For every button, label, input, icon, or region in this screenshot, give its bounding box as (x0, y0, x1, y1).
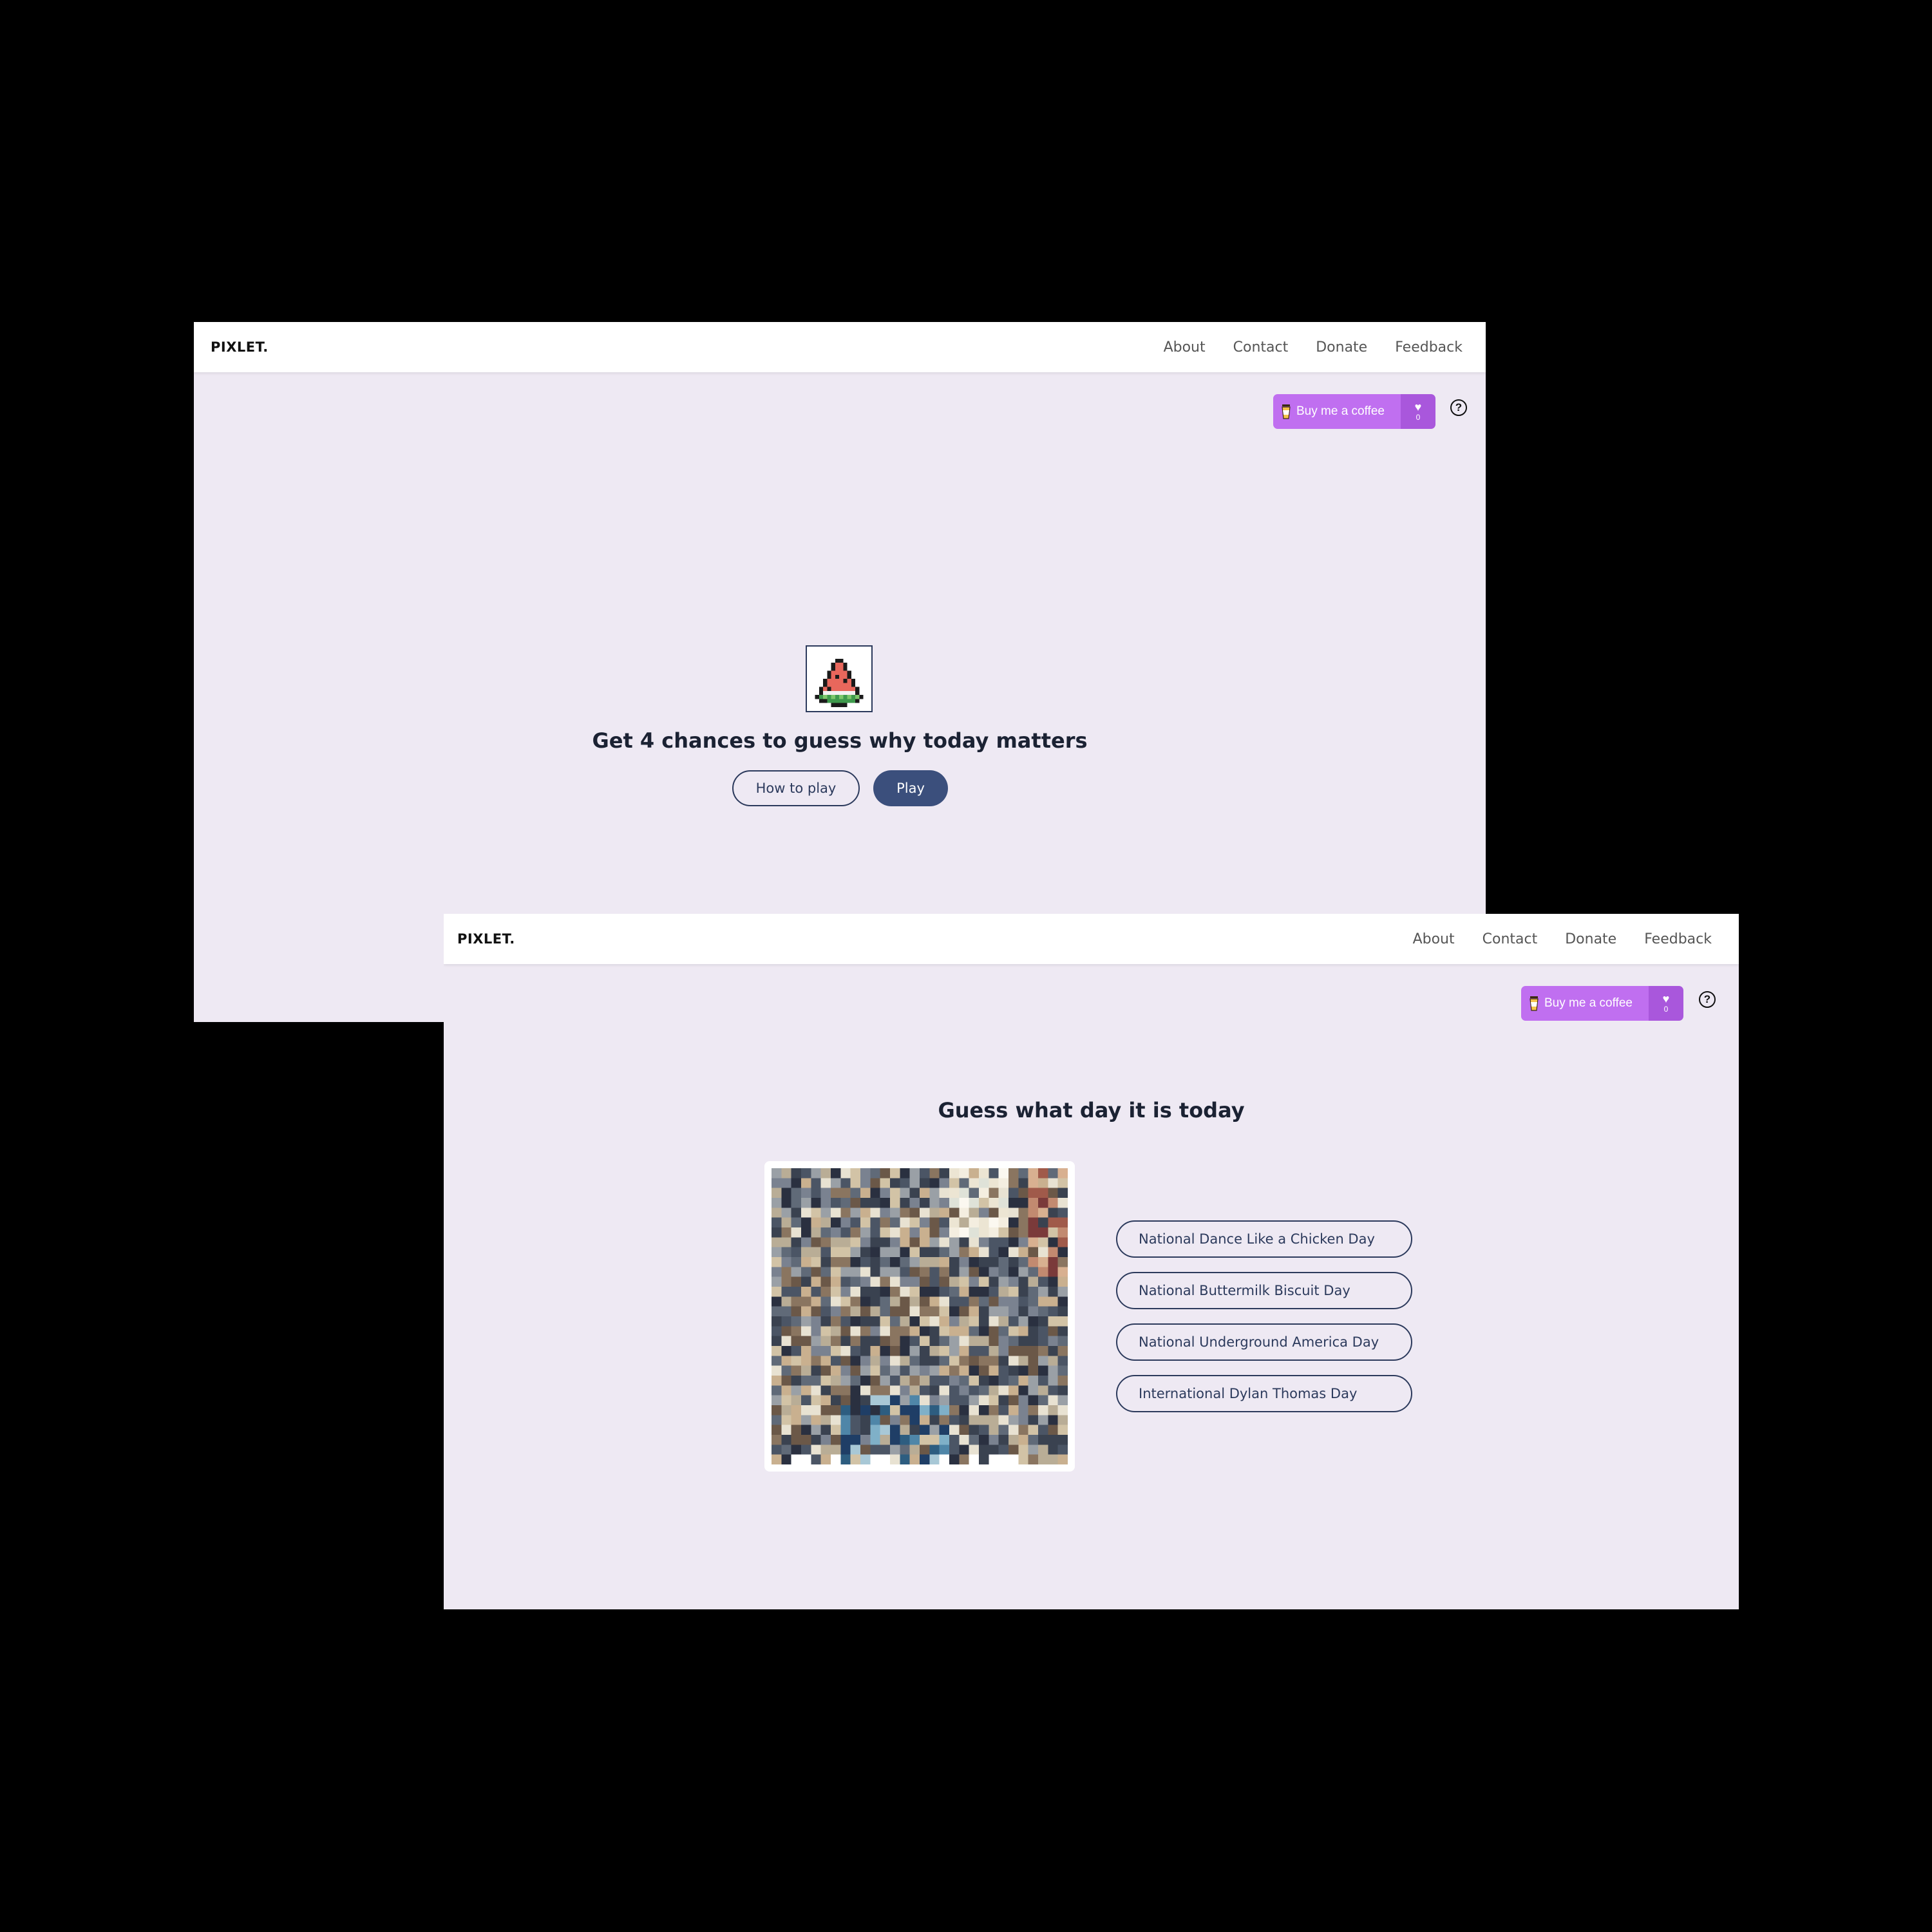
coffee-cup-icon (1530, 996, 1539, 1011)
nav-contact[interactable]: Contact (1482, 931, 1538, 947)
answer-option[interactable]: National Underground America Day (1116, 1323, 1412, 1361)
top-navbar: PIXLET. About Contact Donate Feedback (194, 322, 1486, 372)
buy-me-a-coffee-main: Buy me a coffee (1521, 986, 1649, 1021)
top-navbar: PIXLET. About Contact Donate Feedback (444, 914, 1739, 964)
buy-me-a-coffee-main: Buy me a coffee (1273, 394, 1401, 429)
brand-logo[interactable]: PIXLET. (457, 914, 515, 964)
brand-logo[interactable]: PIXLET. (211, 322, 269, 372)
how-to-play-button[interactable]: How to play (732, 770, 860, 806)
buy-me-a-coffee-button[interactable]: Buy me a coffee ♥ 0 (1521, 986, 1683, 1021)
play-button[interactable]: Play (873, 770, 948, 806)
start-headline: Get 4 chances to guess why today matters (592, 728, 1088, 753)
nav-about[interactable]: About (1164, 339, 1206, 355)
heart-icon: ♥ (1414, 401, 1422, 413)
watermelon-pixel-icon (806, 645, 873, 712)
answer-option[interactable]: International Dylan Thomas Day (1116, 1375, 1412, 1412)
help-circle-icon[interactable]: ? (1450, 399, 1467, 416)
pixelated-image (764, 1161, 1075, 1472)
heart-icon: ♥ (1662, 992, 1670, 1005)
coffee-like-counter[interactable]: ♥ 0 (1401, 394, 1435, 429)
guess-headline: Guess what day it is today (938, 1098, 1245, 1122)
guess-screen-window: PIXLET. About Contact Donate Feedback Bu… (444, 914, 1739, 1609)
buy-me-a-coffee-button[interactable]: Buy me a coffee ♥ 0 (1273, 394, 1435, 429)
coffee-cup-icon (1282, 404, 1291, 419)
coffee-count: 0 (1416, 413, 1421, 422)
nav-donate[interactable]: Donate (1565, 931, 1616, 947)
buy-me-a-coffee-label: Buy me a coffee (1544, 996, 1633, 1010)
nav-feedback[interactable]: Feedback (1644, 931, 1712, 947)
help-circle-icon[interactable]: ? (1699, 991, 1716, 1008)
answer-option[interactable]: National Dance Like a Chicken Day (1116, 1220, 1412, 1258)
buy-me-a-coffee-label: Buy me a coffee (1296, 404, 1385, 418)
coffee-like-counter[interactable]: ♥ 0 (1649, 986, 1683, 1021)
coffee-count: 0 (1663, 1005, 1669, 1014)
nav-contact[interactable]: Contact (1233, 339, 1289, 355)
nav-about[interactable]: About (1413, 931, 1455, 947)
nav-links: About Contact Donate Feedback (1164, 322, 1463, 372)
nav-links: About Contact Donate Feedback (1413, 914, 1712, 964)
nav-feedback[interactable]: Feedback (1395, 339, 1463, 355)
answer-option[interactable]: National Buttermilk Biscuit Day (1116, 1272, 1412, 1309)
nav-donate[interactable]: Donate (1316, 339, 1367, 355)
